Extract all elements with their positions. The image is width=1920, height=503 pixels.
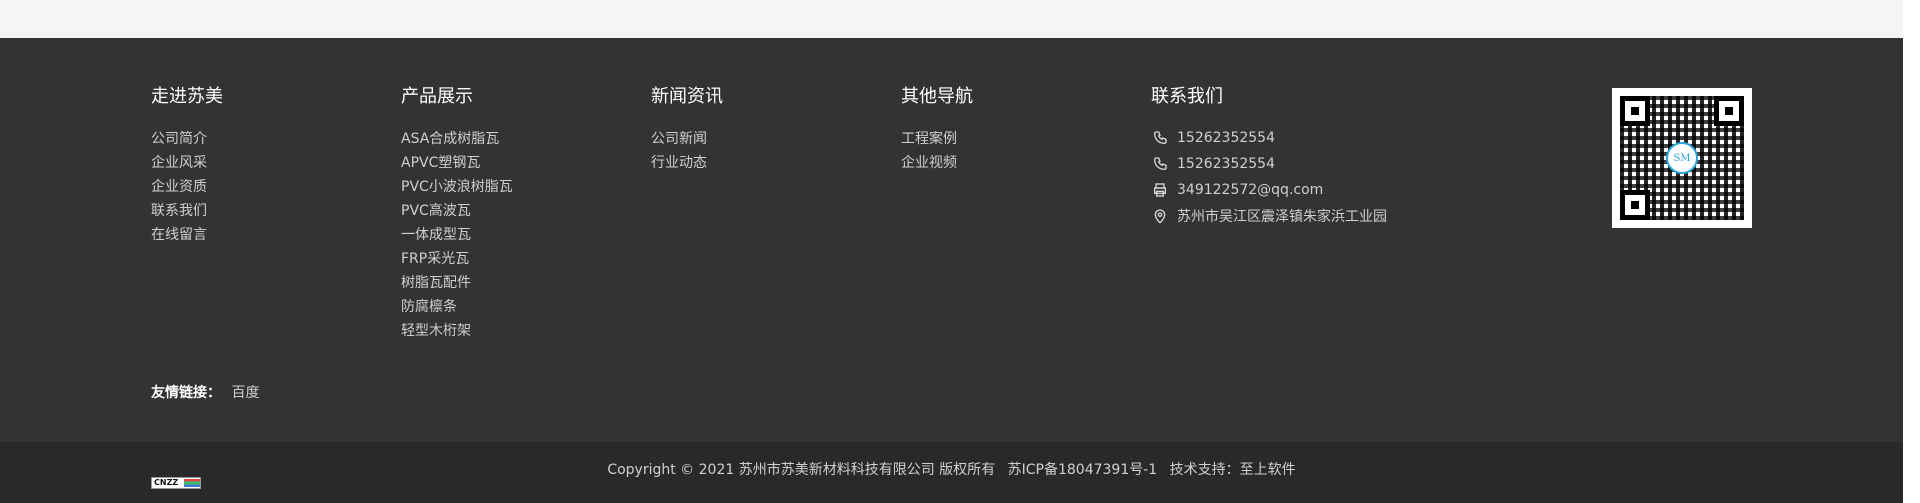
footer-link-company-style[interactable]: 企业风采 [151, 151, 223, 175]
cnzz-badge-bars [184, 479, 200, 487]
footer-contact: 联系我们 15262352554 15262352554 349122572@q… [1151, 87, 1387, 229]
qr-code-pattern: SM [1620, 96, 1744, 220]
footer-link-company-profile[interactable]: 公司简介 [151, 127, 223, 151]
footer-link-industry-news[interactable]: 行业动态 [651, 151, 723, 175]
top-strip [0, 0, 1903, 38]
footer-link-product[interactable]: FRP采光瓦 [401, 247, 513, 271]
qr-code: SM [1612, 88, 1752, 228]
friend-link-baidu[interactable]: 百度 [231, 385, 259, 401]
phone-icon [1151, 155, 1169, 173]
copyright-text-row: Copyright © 2021 苏州市苏美新材料科技有限公司 版权所有 苏IC… [0, 459, 1903, 479]
footer-link-product[interactable]: PVC高波瓦 [401, 199, 513, 223]
footer-link-product[interactable]: 树脂瓦配件 [401, 271, 513, 295]
footer-column-news: 新闻资讯 公司新闻 行业动态 [651, 87, 723, 175]
qr-finder [1620, 96, 1650, 126]
footer-column-products: 产品展示 ASA合成树脂瓦 APVC塑钢瓦 PVC小波浪树脂瓦 PVC高波瓦 一… [401, 87, 513, 343]
qr-logo: SM [1666, 142, 1698, 174]
footer-column-title: 新闻资讯 [651, 86, 723, 107]
contact-phone-1: 15262352554 [1151, 125, 1387, 151]
footer-column-other-nav: 其他导航 工程案例 企业视频 [901, 87, 973, 175]
copyright-bar: CNZZ Copyright © 2021 苏州市苏美新材料科技有限公司 版权所… [0, 442, 1903, 503]
footer-column-about: 走进苏美 公司简介 企业风采 企业资质 联系我们 在线留言 [151, 87, 223, 247]
qr-finder [1620, 190, 1650, 220]
copyright-text: Copyright © 2021 苏州市苏美新材料科技有限公司 版权所有 [607, 462, 996, 478]
icp-link[interactable]: 苏ICP备18047391号-1 [1008, 462, 1158, 478]
qr-logo-text: SM [1673, 152, 1691, 164]
contact-phone-2: 15262352554 [1151, 151, 1387, 177]
contact-phone-text: 15262352554 [1177, 130, 1275, 146]
cnzz-badge-text: CNZZ [154, 478, 179, 487]
footer-link-product[interactable]: 防腐檩条 [401, 295, 513, 319]
page: 走进苏美 公司简介 企业风采 企业资质 联系我们 在线留言 产品展示 ASA合成… [0, 0, 1920, 503]
footer-contact-title: 联系我们 [1151, 86, 1223, 107]
footer-link-product[interactable]: 一体成型瓦 [401, 223, 513, 247]
footer-link-product[interactable]: ASA合成树脂瓦 [401, 127, 513, 151]
footer-link-product[interactable]: APVC塑钢瓦 [401, 151, 513, 175]
friend-links-label: 友情链接： [151, 385, 221, 401]
contact-address: 苏州市吴江区震泽镇朱家浜工业园 [1151, 203, 1387, 229]
contact-address-text: 苏州市吴江区震泽镇朱家浜工业园 [1177, 209, 1387, 225]
contact-email-text: 349122572@qq.com [1177, 182, 1324, 198]
phone-icon [1151, 129, 1169, 147]
footer-link-videos[interactable]: 企业视频 [901, 151, 973, 175]
footer-link-projects[interactable]: 工程案例 [901, 127, 973, 151]
footer-column-title: 产品展示 [401, 86, 473, 107]
tech-support-text: 技术支持：至上软件 [1169, 462, 1296, 478]
footer-link-contact-us[interactable]: 联系我们 [151, 199, 223, 223]
scrollbar-track[interactable] [1903, 0, 1920, 503]
footer-link-online-message[interactable]: 在线留言 [151, 223, 223, 247]
footer-link-company-news[interactable]: 公司新闻 [651, 127, 723, 151]
footer-link-company-qualification[interactable]: 企业资质 [151, 175, 223, 199]
location-icon [1151, 207, 1169, 225]
contact-phone-text: 15262352554 [1177, 156, 1275, 172]
footer-column-title: 其他导航 [901, 86, 973, 107]
footer-link-product[interactable]: PVC小波浪树脂瓦 [401, 175, 513, 199]
footer-link-product[interactable]: 轻型木桁架 [401, 319, 513, 343]
qr-finder [1714, 96, 1744, 126]
printer-icon [1151, 181, 1169, 199]
footer: 走进苏美 公司简介 企业风采 企业资质 联系我们 在线留言 产品展示 ASA合成… [0, 38, 1903, 442]
friend-links: 友情链接： 百度 [151, 382, 259, 402]
footer-column-title: 走进苏美 [151, 86, 223, 107]
contact-email: 349122572@qq.com [1151, 177, 1387, 203]
